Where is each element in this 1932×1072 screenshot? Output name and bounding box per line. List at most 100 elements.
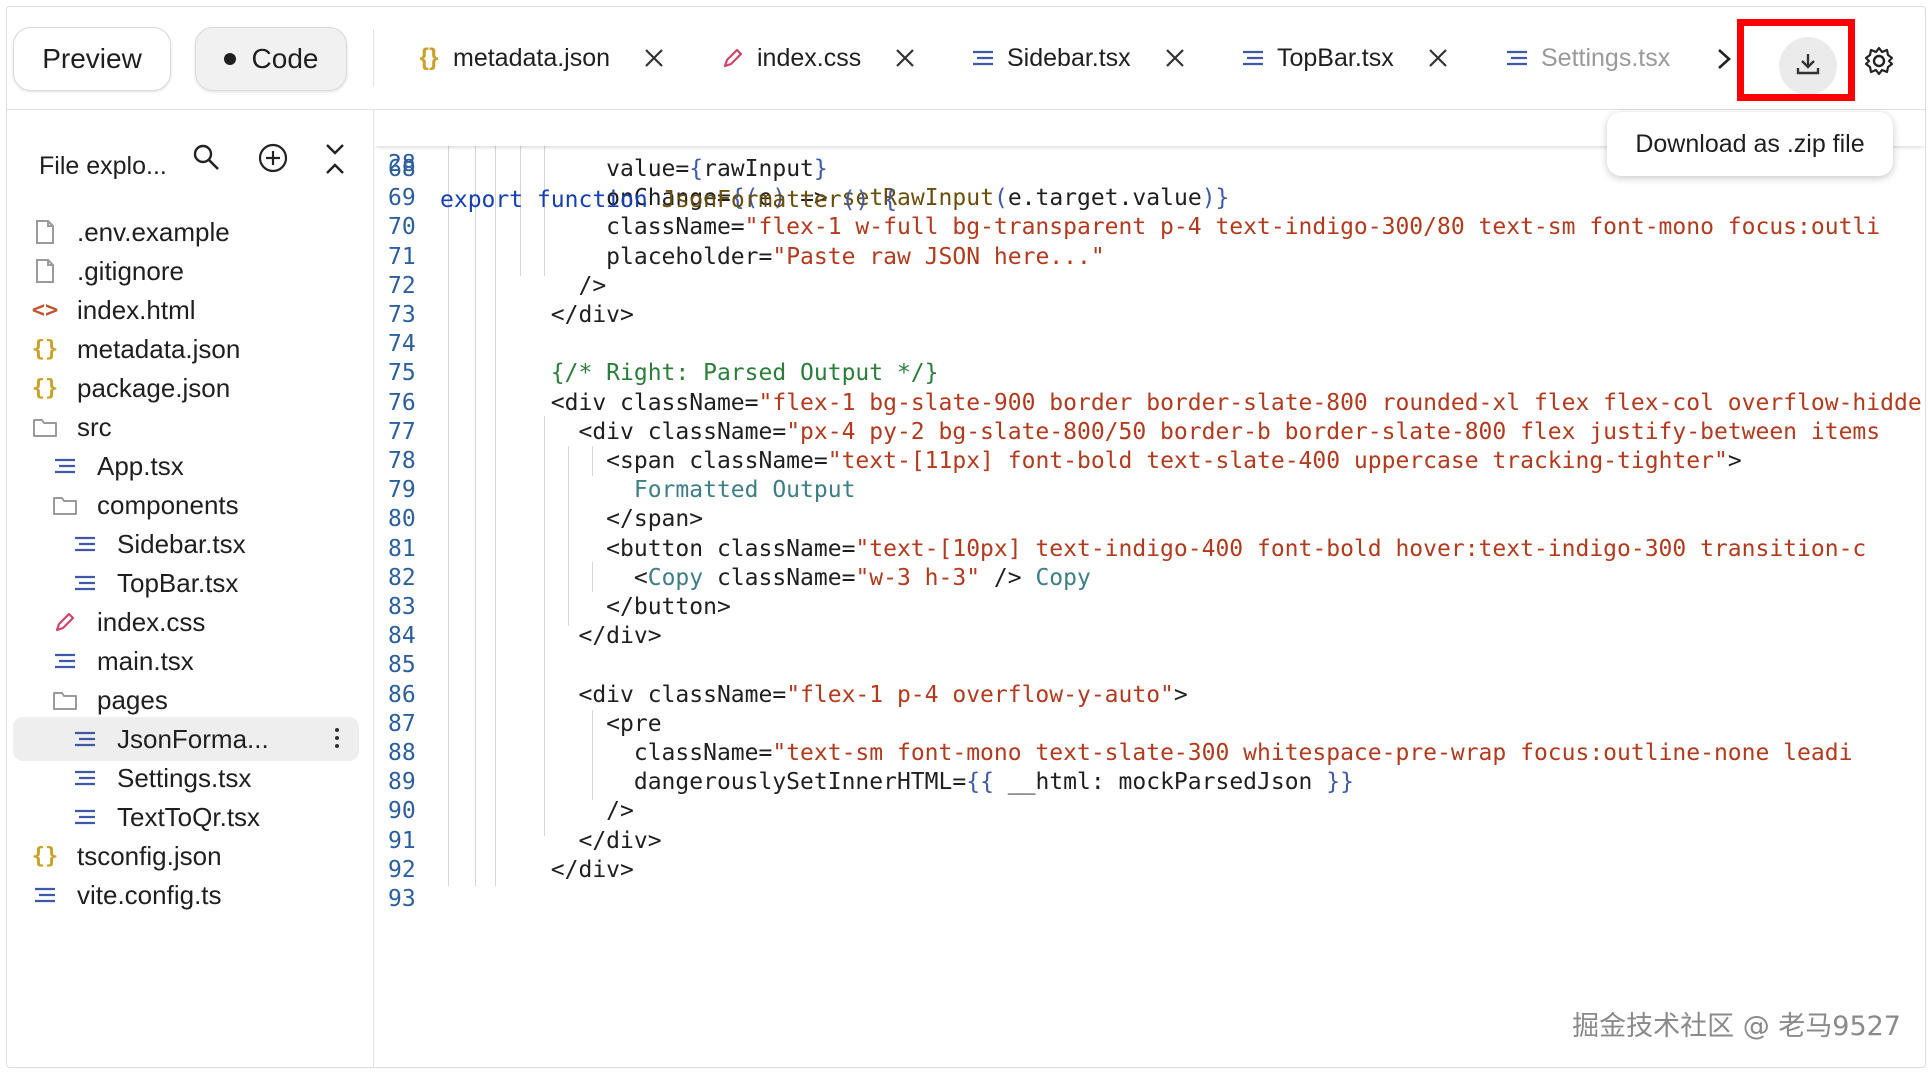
top-bar: Preview Code {} metadata.json index.css … [7,7,1925,110]
indent-guide [475,146,476,886]
file-name: App.tsx [97,450,184,481]
preview-label: Preview [42,43,142,74]
file-explorer-sidebar: File explo... .env.example .gitignore <> in… [7,110,374,1067]
pencil-icon [719,46,747,70]
tab-label: Sidebar.tsx [1007,43,1131,72]
file-tree-item[interactable]: pages [51,678,168,722]
indent-guide [544,416,545,836]
file-name: index.html [77,294,196,325]
file-tree-item[interactable]: <> index.html [31,288,196,332]
braces-icon: {} [31,336,59,362]
lines-icon [71,534,99,554]
lines-icon [71,807,99,827]
file-name: .gitignore [77,255,184,286]
file-tree-item[interactable]: index.css [51,600,205,644]
indent-guide [568,446,569,626]
line-number: 93 [388,886,416,912]
watermark: 掘金技术社区 @ 老马9527 [1572,1011,1901,1042]
code-text: export function JsonFormatter() { [440,187,898,213]
file-explorer-title: File explo... [39,151,167,180]
more-options-icon[interactable] [333,725,341,758]
file-name: .env.example [77,216,230,247]
indent-guide [592,562,593,592]
folder-icon [51,689,79,711]
tab-index-css[interactable]: index.css [719,29,915,87]
lines-icon [1503,48,1531,68]
file-name: tsconfig.json [77,840,222,871]
file-tree-item[interactable]: .env.example [31,210,230,254]
folder-icon [51,494,79,516]
file-icon [31,219,59,245]
tab-metadata-json[interactable]: {} metadata.json [415,29,664,87]
lines-icon [71,573,99,593]
code-editor[interactable]: 28 export function JsonFormatter() { 68 … [374,110,1925,1067]
file-tree-item[interactable]: TextToQr.tsx [71,795,260,839]
code-button[interactable]: Code [195,27,347,91]
close-icon[interactable] [895,48,915,68]
file-tree-item[interactable]: src [31,405,112,449]
pencil-icon [51,610,79,634]
tab-label: TopBar.tsx [1277,43,1394,72]
download-tooltip: Download as .zip file [1607,112,1893,176]
code-icon: <> [31,297,59,323]
file-tree-item[interactable]: {} metadata.json [31,327,241,371]
file-name: index.css [97,606,206,637]
close-icon[interactable] [1165,48,1185,68]
file-tree-item[interactable]: main.tsx [51,639,194,683]
file-tree-item[interactable]: {} package.json [31,366,230,410]
indent-guide [495,146,496,886]
indent-guide [592,710,593,800]
close-icon[interactable] [644,48,664,68]
search-icon[interactable] [191,142,221,179]
code-line: 93 [374,881,1925,917]
lines-icon [71,768,99,788]
file-tree-item[interactable]: vite.config.ts [31,873,222,917]
file-name: TopBar.tsx [117,567,239,598]
file-tree-item[interactable]: {} tsconfig.json [31,834,222,878]
add-file-icon[interactable] [257,142,289,181]
braces-icon: {} [419,44,439,71]
tab-settings-tsx[interactable]: Settings.tsx [1503,29,1683,87]
file-tree-item[interactable]: TopBar.tsx [71,561,238,605]
file-name: package.json [77,372,231,403]
file-name: TextToQr.tsx [117,801,261,832]
active-dot-icon [223,53,236,65]
file-name: components [97,489,239,520]
file-tree-item[interactable]: components [51,483,239,527]
file-name: JsonForma... [117,723,269,754]
close-icon[interactable] [1428,48,1448,68]
tab-label: index.css [757,43,862,72]
tab-topbar-tsx[interactable]: TopBar.tsx [1239,29,1448,87]
file-name: metadata.json [77,333,241,364]
collapse-all-icon[interactable] [323,142,347,183]
file-tree-item[interactable]: .gitignore [31,249,184,293]
preview-button[interactable]: Preview [13,27,171,91]
file-explorer-header: File explo... [39,142,359,190]
file-name: vite.config.ts [77,879,222,910]
settings-gear-icon[interactable] [1863,45,1895,82]
braces-icon: {} [31,375,59,401]
code-label: Code [251,43,319,74]
file-tree-item[interactable]: App.tsx [51,444,184,488]
lines-icon [31,885,59,905]
lines-icon [71,729,99,749]
file-tree-item[interactable]: Settings.tsx [71,756,251,800]
file-name: src [77,411,112,442]
indent-guide [448,146,449,886]
line-number: 28 [388,151,416,177]
toolbar-divider [373,29,374,87]
tab-sidebar-tsx[interactable]: Sidebar.tsx [969,29,1185,87]
highlight-box [1737,19,1855,101]
lines-icon [969,48,997,68]
file-name: main.tsx [97,645,194,676]
app-window: Preview Code {} metadata.json index.css … [6,6,1926,1068]
lines-icon [51,651,79,671]
file-tree-item[interactable]: JsonForma... [13,717,359,761]
file-name: pages [97,684,168,715]
chevron-right-icon[interactable] [1715,47,1733,76]
file-tree-item[interactable]: Sidebar.tsx [71,522,246,566]
tab-label: metadata.json [453,43,611,72]
lines-icon [51,456,79,476]
file-icon [31,258,59,284]
braces-icon: {} [31,843,59,869]
